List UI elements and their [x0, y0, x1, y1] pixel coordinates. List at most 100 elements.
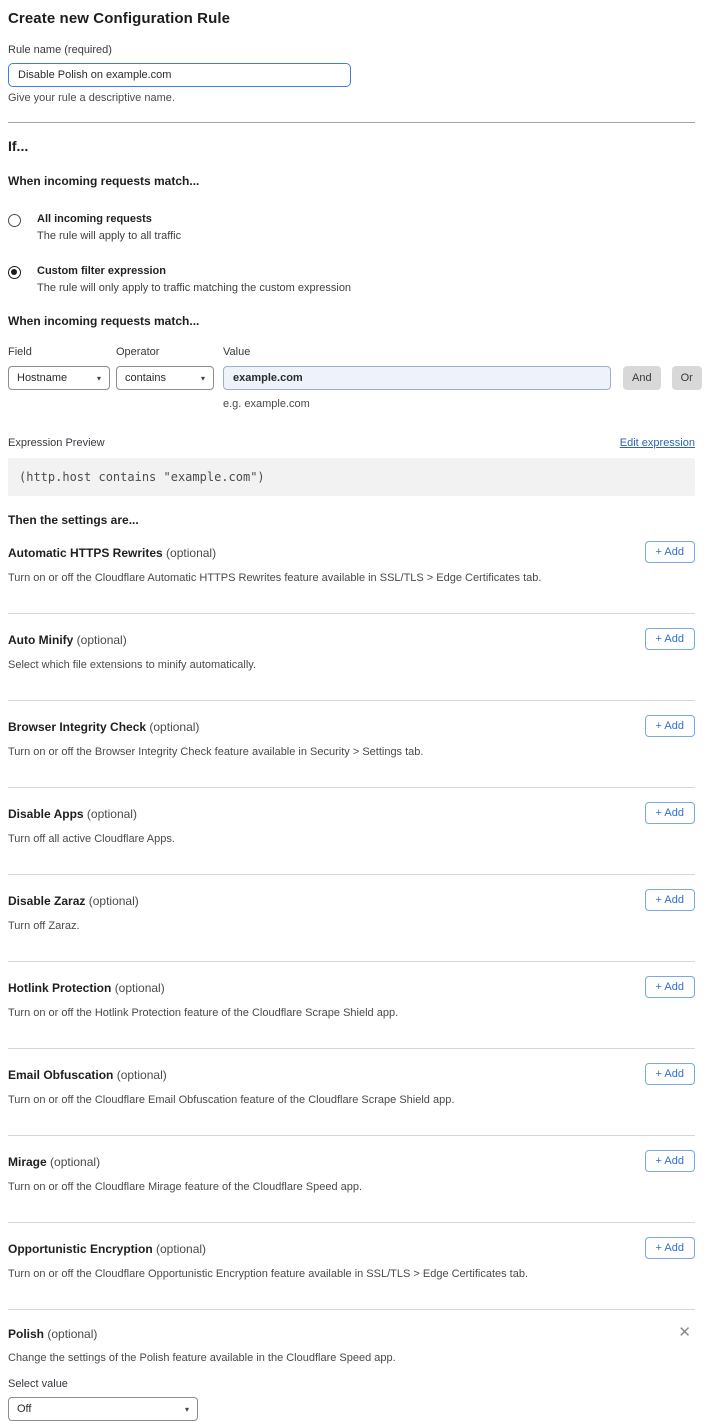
setting-optional-tag: (optional) — [87, 807, 137, 821]
expression-preview-code: (http.host contains "example.com") — [8, 458, 695, 496]
setting-name: Polish — [8, 1327, 44, 1341]
setting-optional-tag: (optional) — [89, 894, 139, 908]
polish-value-select[interactable]: Off ▾ — [8, 1397, 198, 1421]
setting-automatic-https-rewrites: Automatic HTTPS Rewrites (optional) + Ad… — [8, 527, 695, 614]
setting-title: Email Obfuscation (optional) — [8, 1063, 167, 1082]
operator-column: Operator contains ▾ — [116, 346, 223, 410]
expression-preview-label: Expression Preview — [8, 437, 105, 449]
setting-name: Opportunistic Encryption — [8, 1242, 153, 1256]
setting-description: Turn on or off the Browser Integrity Che… — [8, 746, 695, 787]
setting-description: Turn on or off the Hotlink Protection fe… — [8, 1007, 695, 1048]
add-button[interactable]: + Add — [645, 1237, 695, 1259]
setting-title: Auto Minify (optional) — [8, 628, 127, 647]
rule-name-input[interactable] — [8, 63, 351, 87]
add-button[interactable]: + Add — [645, 715, 695, 737]
then-settings-heading: Then the settings are... — [8, 513, 695, 527]
setting-optional-tag: (optional) — [149, 720, 199, 734]
value-helper: e.g. example.com — [223, 398, 702, 410]
setting-optional-tag: (optional) — [115, 981, 165, 995]
expression-builder-heading: When incoming requests match... — [8, 314, 695, 328]
add-button[interactable]: + Add — [645, 1150, 695, 1172]
setting-title: Automatic HTTPS Rewrites (optional) — [8, 541, 216, 560]
radio-custom-filter-expression[interactable]: Custom filter expression The rule will o… — [8, 265, 695, 294]
if-heading: If... — [8, 138, 695, 154]
add-button[interactable]: + Add — [645, 541, 695, 563]
setting-description: Turn on or off the Cloudflare Email Obfu… — [8, 1094, 695, 1135]
radio-label: Custom filter expression — [37, 265, 351, 277]
setting-browser-integrity-check: Browser Integrity Check (optional) + Add… — [8, 701, 695, 788]
setting-description: Turn on or off the Cloudflare Mirage fea… — [8, 1181, 695, 1222]
field-column: Field Hostname ▾ — [8, 346, 116, 410]
add-button[interactable]: + Add — [645, 802, 695, 824]
setting-disable-apps: Disable Apps (optional) + Add Turn off a… — [8, 788, 695, 875]
setting-title: Opportunistic Encryption (optional) — [8, 1237, 206, 1256]
expression-builder-row: Field Hostname ▾ Operator contains ▾ Val… — [8, 346, 695, 410]
and-button[interactable]: And — [623, 366, 661, 390]
setting-optional-tag: (optional) — [156, 1242, 206, 1256]
setting-title: Browser Integrity Check (optional) — [8, 715, 199, 734]
or-button[interactable]: Or — [672, 366, 702, 390]
close-icon[interactable]: ✕ — [674, 1324, 695, 1342]
setting-mirage: Mirage (optional) + Add Turn on or off t… — [8, 1136, 695, 1223]
setting-name: Disable Zaraz — [8, 894, 85, 908]
setting-disable-zaraz: Disable Zaraz (optional) + Add Turn off … — [8, 875, 695, 962]
setting-title: Disable Apps (optional) — [8, 802, 137, 821]
value-column: Value And Or e.g. example.com — [223, 346, 702, 410]
operator-select-value: contains — [125, 372, 166, 384]
radio-icon[interactable] — [8, 266, 21, 279]
add-button[interactable]: + Add — [645, 976, 695, 998]
rule-name-label: Rule name (required) — [8, 44, 695, 56]
setting-description: Change the settings of the Polish featur… — [8, 1352, 695, 1364]
setting-auto-minify: Auto Minify (optional) + Add Select whic… — [8, 614, 695, 701]
setting-name: Disable Apps — [8, 807, 84, 821]
operator-select[interactable]: contains ▾ — [116, 366, 214, 390]
divider — [8, 122, 695, 123]
field-select-value: Hostname — [17, 372, 67, 384]
setting-name: Mirage — [8, 1155, 47, 1169]
radio-icon[interactable] — [8, 214, 21, 227]
setting-title: Polish (optional) — [8, 1324, 97, 1341]
setting-optional-tag: (optional) — [77, 633, 127, 647]
polish-select-value: Off — [17, 1403, 31, 1415]
setting-opportunistic-encryption: Opportunistic Encryption (optional) + Ad… — [8, 1223, 695, 1310]
chevron-down-icon: ▾ — [97, 374, 101, 383]
add-button[interactable]: + Add — [645, 628, 695, 650]
operator-label: Operator — [116, 346, 223, 358]
setting-name: Browser Integrity Check — [8, 720, 146, 734]
setting-name: Hotlink Protection — [8, 981, 111, 995]
setting-description: Turn on or off the Cloudflare Automatic … — [8, 572, 695, 613]
field-select[interactable]: Hostname ▾ — [8, 366, 110, 390]
setting-description: Select which file extensions to minify a… — [8, 659, 695, 700]
value-label: Value — [223, 346, 702, 358]
value-input[interactable] — [223, 366, 611, 390]
setting-title: Mirage (optional) — [8, 1150, 100, 1169]
select-value-label: Select value — [8, 1378, 695, 1390]
radio-all-incoming-requests[interactable]: All incoming requests The rule will appl… — [8, 213, 695, 242]
radio-label: All incoming requests — [37, 213, 181, 225]
add-button[interactable]: + Add — [645, 1063, 695, 1085]
setting-description: Turn off all active Cloudflare Apps. — [8, 833, 695, 874]
edit-expression-link[interactable]: Edit expression — [620, 437, 695, 449]
add-button[interactable]: + Add — [645, 889, 695, 911]
setting-description: Turn off Zaraz. — [8, 920, 695, 961]
setting-optional-tag: (optional) — [117, 1068, 167, 1082]
page-title: Create new Configuration Rule — [8, 10, 695, 27]
create-configuration-rule-page: Create new Configuration Rule Rule name … — [0, 0, 705, 1421]
setting-name: Automatic HTTPS Rewrites — [8, 546, 163, 560]
chevron-down-icon: ▾ — [185, 1405, 189, 1414]
setting-title: Hotlink Protection (optional) — [8, 976, 165, 995]
setting-optional-tag: (optional) — [166, 546, 216, 560]
incoming-requests-match-heading: When incoming requests match... — [8, 174, 695, 188]
setting-name: Auto Minify — [8, 633, 73, 647]
field-label: Field — [8, 346, 116, 358]
setting-email-obfuscation: Email Obfuscation (optional) + Add Turn … — [8, 1049, 695, 1136]
setting-description: Turn on or off the Cloudflare Opportunis… — [8, 1268, 695, 1309]
setting-optional-tag: (optional) — [50, 1155, 100, 1169]
setting-name: Email Obfuscation — [8, 1068, 113, 1082]
setting-hotlink-protection: Hotlink Protection (optional) + Add Turn… — [8, 962, 695, 1049]
setting-optional-tag: (optional) — [47, 1327, 97, 1341]
setting-polish: Polish (optional) ✕ Change the settings … — [8, 1310, 695, 1421]
setting-title: Disable Zaraz (optional) — [8, 889, 139, 908]
chevron-down-icon: ▾ — [201, 374, 205, 383]
radio-description: The rule will apply to all traffic — [37, 230, 181, 242]
